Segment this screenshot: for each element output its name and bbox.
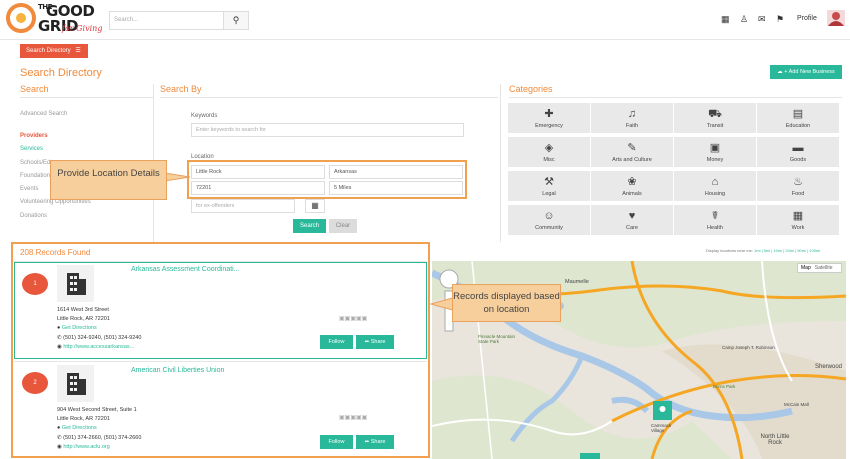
category-tile-legal[interactable]: ⚒ Legal: [508, 171, 590, 201]
category-label: Animals: [622, 191, 642, 197]
category-tile-transit[interactable]: ⛟ Transit: [674, 103, 756, 133]
category-label: Legal: [542, 191, 556, 197]
satellite-button[interactable]: Satellite: [814, 265, 834, 271]
mail-icon[interactable]: ✉: [758, 14, 766, 24]
category-label: Goods: [789, 157, 807, 163]
logo-wheel-icon: [6, 3, 36, 33]
building-icon: ▦: [792, 210, 804, 222]
cube-icon: ◈: [544, 142, 554, 154]
category-tile-health[interactable]: ☤ Health: [674, 205, 756, 235]
stethoscope-icon: ☤: [711, 210, 719, 222]
category-label: Misc: [543, 157, 555, 163]
left-nav-providers[interactable]: Providers: [20, 133, 48, 139]
logo-tagline: for Giving: [62, 24, 103, 33]
categories-title: Categories: [509, 84, 842, 98]
money-icon: ▣: [709, 142, 721, 154]
search-icon: ⚲: [232, 15, 240, 25]
search-by-title: Search By: [160, 84, 498, 98]
records-highlight-frame: [11, 242, 430, 458]
menu-icon: ☰: [75, 48, 81, 54]
users-icon: ☺: [543, 210, 555, 222]
advanced-search-link[interactable]: Advanced Search: [20, 111, 67, 117]
avatar[interactable]: [827, 10, 845, 26]
header-search-input[interactable]: Search...: [109, 11, 224, 30]
category-label: Food: [791, 191, 805, 197]
gavel-icon: ⚒: [544, 176, 554, 188]
category-tile-goods[interactable]: ▬ Goods: [757, 137, 839, 167]
category-label: Community: [535, 225, 563, 231]
category-label: Emergency: [535, 123, 563, 129]
cloud-upload-icon: ☁: [777, 69, 783, 75]
offenders-input[interactable]: for ex-offenders: [191, 199, 295, 213]
category-tile-work[interactable]: ▦ Work: [757, 205, 839, 235]
car-icon: ⛟: [708, 108, 722, 120]
map-label-cammack: Cammack Village: [651, 423, 672, 433]
keywords-label: Keywords: [191, 113, 218, 119]
map-label-burns-park: Burns Park: [713, 384, 736, 389]
header-search-button[interactable]: ⚲: [224, 11, 249, 30]
category-label: Education: [785, 123, 811, 129]
keypad-icon: ▦: [311, 201, 319, 210]
left-nav-foundations[interactable]: Foundations: [20, 173, 53, 179]
category-tile-animals[interactable]: ❀ Animals: [591, 171, 673, 201]
category-tile-money[interactable]: ▣ Money: [674, 137, 756, 167]
category-label: Work: [791, 225, 805, 231]
medkit-icon: ✚: [544, 108, 554, 120]
map-button[interactable]: Map: [798, 265, 814, 271]
category-tile-community[interactable]: ☺ Community: [508, 205, 590, 235]
bell-icon: ♫: [627, 108, 637, 120]
heart-icon: ♥: [628, 210, 636, 222]
paw-icon: ❀: [627, 176, 637, 188]
divider: [500, 84, 501, 242]
add-new-business-button[interactable]: ☁ + Add New Business: [770, 65, 842, 79]
category-tile-misc[interactable]: ◈ Misc: [508, 137, 590, 167]
cutlery-icon: ♨: [793, 176, 803, 188]
category-tile-housing[interactable]: ⌂ Housing: [674, 171, 756, 201]
records-callout: Records displayed based on location: [452, 284, 561, 322]
distance-filter: Display locations near me: 1mi | 5mi | 1…: [706, 248, 821, 253]
map-label-sherwood: Sherwood: [815, 364, 843, 370]
category-tile-food[interactable]: ♨ Food: [757, 171, 839, 201]
map-label-camp-joseph: Camp Joseph T. Robinson: [722, 345, 775, 350]
map-type-toggle[interactable]: Map Satellite: [797, 263, 842, 273]
map-label-maumelle: Maumelle: [565, 279, 589, 285]
search-panel-title: Search: [20, 84, 153, 98]
category-label: Care: [626, 225, 638, 231]
left-nav-events[interactable]: Events: [20, 186, 38, 192]
category-label: Housing: [704, 191, 726, 197]
tray-icon: ▬: [792, 142, 804, 154]
map-label-north-little-rock: North Little Rock: [760, 434, 790, 446]
search-directory-button[interactable]: Search Directory ☰: [20, 44, 88, 58]
category-tile-arts-and-culture[interactable]: ✎ Arts and Culture: [591, 137, 673, 167]
keywords-input[interactable]: Enter keywords to search for: [191, 123, 464, 137]
clear-button[interactable]: Clear: [329, 219, 357, 233]
category-tile-education[interactable]: ▤ Education: [757, 103, 839, 133]
category-label: Transit: [706, 123, 724, 129]
home-icon: ⌂: [711, 176, 719, 188]
category-tile-emergency[interactable]: ✚ Emergency: [508, 103, 590, 133]
location-highlight-frame: [187, 160, 467, 199]
bell-icon[interactable]: ⚑: [776, 14, 784, 24]
map-label-pinnacle: Pinnacle Mountain State Park: [478, 334, 516, 344]
top-header: THEGOOD GRID for Giving Search... ⚲ ▦ ♙ …: [0, 0, 850, 40]
category-tile-care[interactable]: ♥ Care: [591, 205, 673, 235]
category-tile-faith[interactable]: ♫ Faith: [591, 103, 673, 133]
map-label-mccain: McCain Mall: [784, 402, 809, 407]
left-nav-donations[interactable]: Donations: [20, 213, 47, 219]
left-nav-services[interactable]: Services: [20, 146, 43, 152]
location-callout: Provide Location Details: [50, 160, 167, 200]
book-icon: ▤: [792, 108, 804, 120]
category-label: Arts and Culture: [612, 157, 652, 163]
grid-icon[interactable]: ▦: [721, 14, 730, 24]
keypad-button[interactable]: ▦: [305, 199, 325, 213]
page-title: Search Directory: [20, 67, 102, 79]
people-icon[interactable]: ♙: [740, 14, 748, 24]
brush-icon: ✎: [627, 142, 637, 154]
profile-link[interactable]: Profile: [797, 15, 817, 22]
category-label: Faith: [625, 123, 639, 129]
category-label: Money: [706, 157, 724, 163]
search-button[interactable]: Search: [293, 219, 326, 233]
category-label: Health: [707, 225, 723, 231]
left-nav-schools[interactable]: Schools/Edu: [20, 160, 54, 166]
